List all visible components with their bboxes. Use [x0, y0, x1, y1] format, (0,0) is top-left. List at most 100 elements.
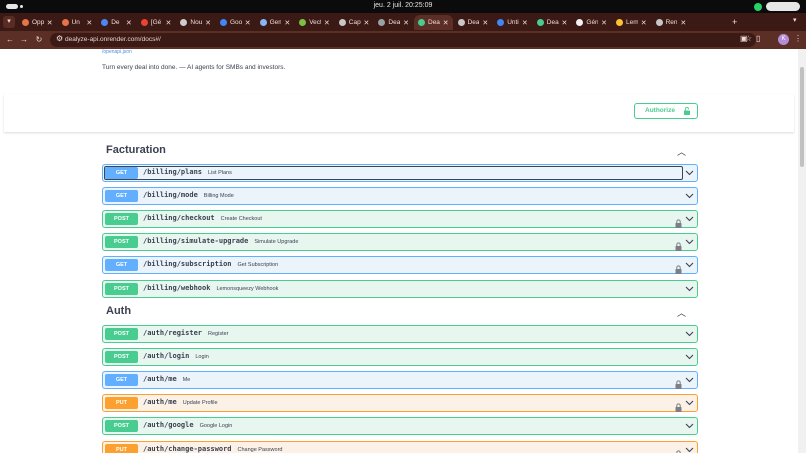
operation-post[interactable]: POST/auth/google Google Login [102, 417, 698, 436]
browser-tab[interactable]: Gem ✕ [256, 15, 295, 30]
method-badge: POST [105, 351, 138, 364]
extensions-icon[interactable]: ▣ [740, 34, 748, 43]
method-badge: GET [105, 259, 138, 272]
browser-tab[interactable]: Un ✕ [58, 15, 97, 30]
tab-close-icon[interactable]: ✕ [166, 19, 172, 27]
tab-close-icon[interactable]: ✕ [364, 19, 370, 27]
site-info-icon[interactable]: ⚙ [56, 34, 63, 43]
operation-get[interactable]: GET/billing/mode Billing Mode [102, 187, 698, 206]
system-status-icons[interactable] [766, 2, 800, 11]
browser-tab[interactable]: Goo ✕ [216, 15, 255, 30]
expand-chevron-icon[interactable] [685, 284, 694, 293]
browser-tab[interactable]: Deal✕ [414, 15, 453, 30]
operation-put[interactable]: PUT/auth/change-password Change Password [102, 440, 698, 453]
expand-chevron-icon[interactable] [685, 421, 694, 430]
kebab-menu-icon[interactable]: ⋮ [794, 34, 802, 43]
tab-close-icon[interactable]: ✕ [47, 19, 53, 27]
browser-tab[interactable]: Deal✕ [454, 15, 493, 30]
lock-icon[interactable] [675, 376, 682, 390]
expand-chevron-icon[interactable] [685, 398, 694, 407]
forward-arrow-icon[interactable]: → [18, 34, 30, 46]
tab-favicon-icon [655, 19, 663, 26]
operation-summary: Change Password [237, 446, 283, 453]
expand-chevron-icon[interactable] [685, 168, 694, 177]
page-scrollbar[interactable] [798, 49, 806, 453]
tab-list-chevron-icon[interactable]: ▾ [793, 16, 797, 24]
browser-tab[interactable]: Deal✕ [533, 15, 572, 30]
operation-path: /auth/login Login [143, 352, 209, 361]
tab-search-icon[interactable]: ▾ [3, 16, 15, 28]
operation-post[interactable]: POST/billing/webhook Lemonsqueezy Webhook [102, 279, 698, 298]
browser-tab[interactable]: Vect ✕ [295, 15, 334, 30]
section-title[interactable]: Facturation [106, 144, 166, 156]
expand-chevron-icon[interactable] [685, 352, 694, 361]
expand-chevron-icon[interactable] [685, 191, 694, 200]
tab-close-icon[interactable]: ✕ [443, 19, 449, 27]
tab-close-icon[interactable]: ✕ [482, 19, 488, 27]
browser-tab[interactable]: Géné✕ [572, 15, 611, 30]
tab-close-icon[interactable]: ✕ [284, 19, 290, 27]
operation-get[interactable]: GET/billing/subscription Get Subscription [102, 256, 698, 275]
address-bar[interactable]: ⚙ dealyze-api.onrender.com/docs#/ ☆ [50, 33, 756, 47]
operation-post[interactable]: POST/auth/login Login [102, 348, 698, 367]
expand-chevron-icon[interactable] [685, 445, 694, 453]
collapse-chevron-icon[interactable]: ︿ [677, 145, 686, 158]
back-arrow-icon[interactable]: ← [4, 34, 16, 46]
browser-tab[interactable]: Capt✕ [335, 15, 374, 30]
new-tab-button[interactable]: + [732, 16, 742, 28]
operation-get[interactable]: GET/auth/me Me [102, 371, 698, 390]
tab-close-icon[interactable]: ✕ [324, 19, 330, 27]
lock-icon[interactable] [675, 238, 682, 252]
expand-chevron-icon[interactable] [685, 237, 694, 246]
operation-put[interactable]: PUT/auth/me Update Profile [102, 394, 698, 413]
method-badge: POST [105, 420, 138, 433]
tab-close-icon[interactable]: ✕ [86, 19, 92, 27]
tab-label: Lem [626, 19, 638, 26]
tab-label: Deal [428, 19, 440, 26]
openapi-link[interactable]: /openapi.json [102, 49, 132, 55]
browser-tab[interactable]: De ✕ [97, 15, 136, 30]
side-panel-icon[interactable]: ▯ [756, 34, 760, 43]
tab-close-icon[interactable]: ✕ [601, 19, 607, 27]
operation-post[interactable]: POST/auth/register Register [102, 325, 698, 343]
lock-icon[interactable] [675, 399, 682, 413]
lock-icon[interactable] [675, 261, 682, 275]
tab-close-icon[interactable]: ✕ [245, 19, 251, 27]
operation-post[interactable]: POST/billing/checkout Create Checkout [102, 210, 698, 229]
expand-chevron-icon[interactable] [685, 214, 694, 223]
expand-chevron-icon[interactable] [685, 260, 694, 269]
operation-path: /billing/checkout Create Checkout [143, 214, 262, 223]
profile-avatar[interactable]: K [778, 34, 789, 45]
reload-icon[interactable]: ↻ [33, 34, 45, 46]
expand-chevron-icon[interactable] [685, 375, 694, 384]
tab-close-icon[interactable]: ✕ [641, 19, 647, 27]
operation-path: /billing/simulate-upgrade Simulate Upgrad… [143, 237, 299, 246]
system-tray[interactable] [754, 1, 800, 12]
tab-close-icon[interactable]: ✕ [126, 19, 132, 27]
operation-post[interactable]: POST/billing/simulate-upgrade Simulate Up… [102, 233, 698, 252]
authorize-button[interactable]: Authorize [634, 103, 698, 119]
tab-close-icon[interactable]: ✕ [403, 19, 409, 27]
operation-get[interactable]: GET/billing/plans List Plans [102, 164, 698, 182]
browser-tab[interactable]: Rend✕ [652, 15, 691, 30]
collapse-chevron-icon[interactable]: ︿ [677, 306, 686, 319]
browser-tab[interactable]: Lem ✕ [612, 15, 651, 30]
expand-chevron-icon[interactable] [685, 329, 694, 338]
scrollbar-thumb[interactable] [800, 67, 804, 167]
browser-tab[interactable]: Nou ✕ [176, 15, 215, 30]
api-description: Turn every deal into done. — AI agents f… [102, 64, 286, 71]
browser-tab[interactable]: [Gé ✕ [137, 15, 176, 30]
clock[interactable]: jeu. 2 juil. 20:25:09 [0, 2, 806, 9]
tab-close-icon[interactable]: ✕ [205, 19, 211, 27]
section-title[interactable]: Auth [106, 305, 131, 317]
url-text[interactable]: dealyze-api.onrender.com/docs#/ [65, 36, 161, 43]
browser-tab[interactable]: Opp ✕ [18, 15, 57, 30]
tab-close-icon[interactable]: ✕ [522, 19, 528, 27]
whatsapp-icon[interactable] [754, 2, 762, 11]
lock-icon[interactable] [675, 446, 682, 453]
lock-icon[interactable] [675, 215, 682, 229]
tab-close-icon[interactable]: ✕ [562, 19, 568, 27]
tab-close-icon[interactable]: ✕ [680, 19, 686, 27]
browser-tab[interactable]: Untit✕ [493, 15, 532, 30]
browser-tab[interactable]: Deal✕ [374, 15, 413, 30]
